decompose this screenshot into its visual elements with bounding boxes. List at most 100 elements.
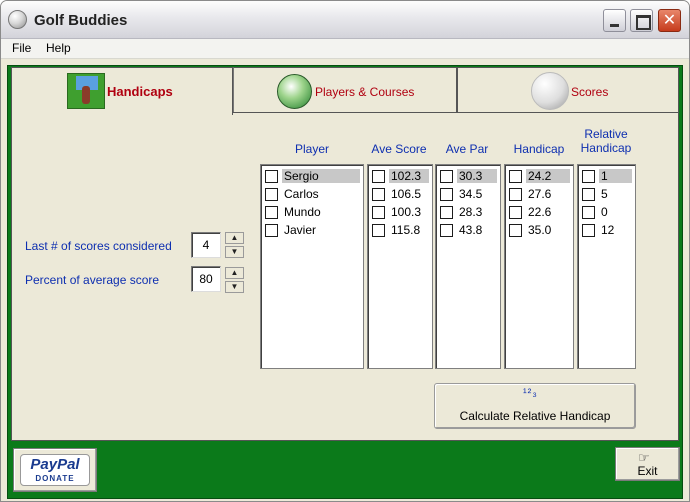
list-item[interactable]: 106.5 (371, 185, 429, 203)
paypal-logo-badge: PayPal DONATE (20, 454, 90, 486)
last-scores-label: Last # of scores considered (25, 239, 172, 253)
list-item[interactable]: 115.8 (371, 221, 429, 239)
list-item[interactable]: 22.6 (508, 203, 570, 221)
title-bar[interactable]: Golf Buddies ✕ (1, 1, 689, 39)
exit-button[interactable]: ☞ Exit (615, 447, 680, 481)
app-window: Golf Buddies ✕ File Help Handicaps Playe… (0, 0, 690, 502)
last-scores-input[interactable]: 4 (191, 232, 221, 258)
ave-score-value: 115.8 (391, 223, 421, 237)
list-item[interactable]: 1 (581, 167, 632, 185)
list-item[interactable]: 102.3 (371, 167, 429, 185)
ave-par-value: 43.8 (459, 223, 483, 237)
ave-par-list[interactable]: 30.3 34.5 28.3 43.8 (435, 164, 501, 369)
golf-ball-icon (531, 72, 569, 110)
list-item[interactable]: 30.3 (439, 167, 497, 185)
tab-scores[interactable]: Scores (457, 67, 679, 113)
checkbox[interactable] (509, 206, 522, 219)
checkbox[interactable] (372, 170, 385, 183)
menu-bar: File Help (1, 39, 689, 59)
checkbox[interactable] (440, 188, 453, 201)
list-item[interactable]: Mundo (264, 203, 360, 221)
relative-handicap-value: 1 (599, 169, 632, 183)
list-item[interactable]: 43.8 (439, 221, 497, 239)
list-item[interactable]: Carlos (264, 185, 360, 203)
player-name: Sergio (282, 169, 360, 183)
tab-scores-label: Scores (571, 85, 609, 99)
handicap-value: 27.6 (528, 187, 552, 201)
minimize-button[interactable] (603, 9, 626, 32)
handicap-value: 24.2 (526, 169, 570, 183)
paypal-donate-text: DONATE (35, 474, 75, 483)
checkbox[interactable] (440, 206, 453, 219)
numbers-icon: ¹²₃ (523, 387, 538, 399)
percent-up-button[interactable]: ▲ (225, 267, 244, 279)
close-button[interactable]: ✕ (658, 9, 681, 32)
list-item[interactable]: 24.2 (508, 167, 570, 185)
down-arrow-icon: ▼ (230, 282, 239, 291)
menu-file[interactable]: File (12, 41, 31, 55)
checkbox[interactable] (265, 188, 278, 201)
handicap-list[interactable]: 24.2 27.6 22.6 35.0 (504, 164, 574, 369)
checkbox[interactable] (509, 188, 522, 201)
list-item[interactable]: 35.0 (508, 221, 570, 239)
percent-down-button[interactable]: ▼ (225, 281, 244, 293)
tab-players-courses[interactable]: Players & Courses (233, 67, 457, 113)
relative-handicap-value: 0 (601, 205, 608, 219)
list-item[interactable]: 12 (581, 221, 632, 239)
golf-team-icon (277, 74, 312, 109)
ave-score-list[interactable]: 102.3 106.5 100.3 115.8 (367, 164, 433, 369)
golfer-icon (67, 73, 105, 109)
list-item[interactable]: 5 (581, 185, 632, 203)
percent-input[interactable]: 80 (191, 266, 221, 292)
handicap-value: 22.6 (528, 205, 552, 219)
checkbox[interactable] (372, 188, 385, 201)
close-icon: ✕ (662, 12, 677, 29)
checkbox[interactable] (265, 206, 278, 219)
ave-score-value: 106.5 (391, 187, 422, 201)
maximize-button[interactable] (630, 9, 653, 32)
checkbox[interactable] (265, 170, 278, 183)
list-item[interactable]: Sergio (264, 167, 360, 185)
paypal-logo: PayPal (30, 456, 80, 473)
handicap-value: 35.0 (528, 223, 552, 237)
list-item[interactable]: 28.3 (439, 203, 497, 221)
list-item[interactable]: Javier (264, 221, 360, 239)
tab-players-courses-label: Players & Courses (315, 85, 415, 99)
player-list[interactable]: Sergio Carlos Mundo Javier (260, 164, 364, 369)
checkbox[interactable] (582, 170, 595, 183)
checkbox[interactable] (265, 224, 278, 237)
checkbox[interactable] (440, 224, 453, 237)
calculate-relative-handicap-button[interactable]: ¹²₃ Calculate Relative Handicap (434, 383, 636, 429)
checkbox[interactable] (582, 224, 595, 237)
checkbox[interactable] (372, 224, 385, 237)
relative-handicap-value: 12 (601, 223, 615, 237)
ave-score-value: 102.3 (389, 169, 429, 183)
percent-label: Percent of average score (25, 273, 160, 287)
checkbox[interactable] (582, 188, 595, 201)
list-item[interactable]: 100.3 (371, 203, 429, 221)
down-arrow-icon: ▼ (230, 247, 239, 256)
checkbox[interactable] (440, 170, 453, 183)
checkbox[interactable] (372, 206, 385, 219)
menu-help[interactable]: Help (46, 41, 71, 55)
player-name: Carlos (284, 187, 319, 201)
last-scores-down-button[interactable]: ▼ (225, 246, 244, 258)
relative-handicap-list[interactable]: 1 5 0 12 (577, 164, 636, 369)
player-name: Javier (284, 223, 317, 237)
ave-par-value: 28.3 (459, 205, 483, 219)
checkbox[interactable] (509, 170, 522, 183)
ave-par-value: 34.5 (459, 187, 483, 201)
ave-score-value: 100.3 (391, 205, 422, 219)
ave-par-value: 30.3 (457, 169, 497, 183)
list-item[interactable]: 0 (581, 203, 632, 221)
player-name: Mundo (284, 205, 321, 219)
relative-handicap-value: 5 (601, 187, 608, 201)
checkbox[interactable] (509, 224, 522, 237)
checkbox[interactable] (582, 206, 595, 219)
list-item[interactable]: 27.6 (508, 185, 570, 203)
last-scores-up-button[interactable]: ▲ (225, 232, 244, 244)
paypal-donate-button[interactable]: PayPal DONATE (13, 448, 97, 492)
tab-handicaps[interactable]: Handicaps (11, 67, 233, 115)
list-item[interactable]: 34.5 (439, 185, 497, 203)
up-arrow-icon: ▲ (230, 268, 239, 277)
